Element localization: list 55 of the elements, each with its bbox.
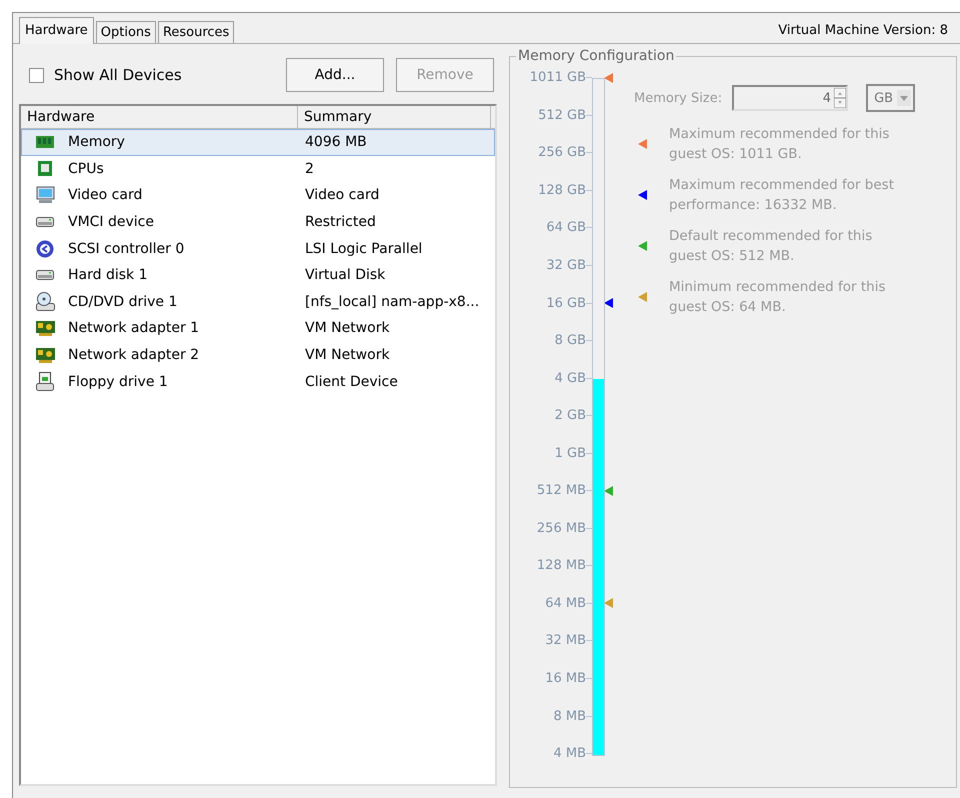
scale-label: 512 GB — [537, 108, 586, 123]
column-header[interactable]: Hardware — [21, 106, 298, 128]
scale-label: 32 MB — [544, 633, 586, 648]
scale-label: 16 MB — [544, 671, 586, 686]
scale-label: 4 GB — [554, 370, 586, 386]
legend-text: Maximum recommended for this guest OS: 1011 GB. — [669, 125, 890, 164]
network-card-icon — [36, 320, 54, 336]
scale-label: 64 GB — [545, 220, 586, 236]
tab[interactable]: Hardware — [19, 17, 94, 44]
hardware-row[interactable]: SCSI controller 0 LSI Logic Parallel — [21, 235, 495, 262]
scale-label: 256 MB — [536, 520, 586, 536]
scale-label: 128 GB — [537, 182, 586, 198]
tab[interactable]: Resources — [158, 21, 234, 43]
scale-label: 1011 GB — [528, 70, 586, 86]
network-card-icon — [36, 348, 54, 363]
scale-label: 4 MB — [552, 746, 586, 762]
hardware-row[interactable]: CPUs 2 — [21, 156, 495, 182]
version-label: Virtual Machine Version: 8 — [778, 23, 948, 40]
scale-label: 256 GB — [537, 145, 586, 160]
checkbox[interactable] — [29, 68, 44, 82]
hardware-row[interactable]: VMCI device Restricted — [21, 208, 495, 236]
scale-label: 1 GB — [554, 446, 586, 461]
scale-label: 64 MB — [544, 596, 586, 611]
legend-text: Minimum recommended for this guest OS: 64 MB. — [669, 278, 886, 317]
memory-icon — [36, 135, 54, 150]
hardware-row[interactable]: Memory 4096 MB — [21, 129, 495, 156]
hardware-row[interactable]: Hard disk 1 Virtual Disk — [21, 262, 495, 289]
memory-size-label: Memory Size: — [634, 90, 722, 106]
scale-label: 8 GB — [554, 333, 586, 348]
scale-label: 128 MB — [536, 558, 586, 574]
spinner-icon — [834, 88, 846, 108]
group-title: Memory Configuration — [517, 48, 676, 64]
hardware-row[interactable]: Video card Video card — [21, 182, 495, 209]
hardware-row[interactable]: Network adapter 1 VM Network — [21, 315, 495, 342]
cd-drive-icon — [36, 292, 54, 312]
column-header[interactable]: Summary — [298, 106, 491, 128]
hardware-row[interactable]: Network adapter 2 VM Network — [21, 342, 495, 368]
legend-text: Default recommended for this guest OS: 512 MB. — [669, 227, 874, 266]
chip-icon — [38, 161, 52, 176]
drive-icon — [36, 216, 54, 228]
scale-label: 512 MB — [536, 483, 586, 498]
show-all-devices-checkbox[interactable]: Show All Devices — [29, 66, 182, 84]
legend-text: Maximum recommended for best performance: 16332 MB. — [669, 176, 896, 215]
hardware-row[interactable]: Floppy drive 1 Client Device — [21, 368, 495, 395]
hardware-row[interactable]: CD/DVD drive 1 [nfs_local] nam-app-x8... — [21, 288, 495, 316]
floppy-drive-icon — [36, 372, 54, 392]
scale-label: 8 MB — [552, 708, 586, 724]
scale-label: 2 GB — [554, 408, 586, 424]
drive-icon — [36, 269, 54, 282]
scale-label: 16 GB — [545, 296, 586, 311]
monitor-icon — [36, 186, 54, 204]
add-button[interactable]: Add... — [286, 58, 384, 92]
scale-label: 32 GB — [545, 258, 586, 273]
tab[interactable]: Options — [96, 21, 156, 43]
scsi-icon — [36, 240, 54, 258]
